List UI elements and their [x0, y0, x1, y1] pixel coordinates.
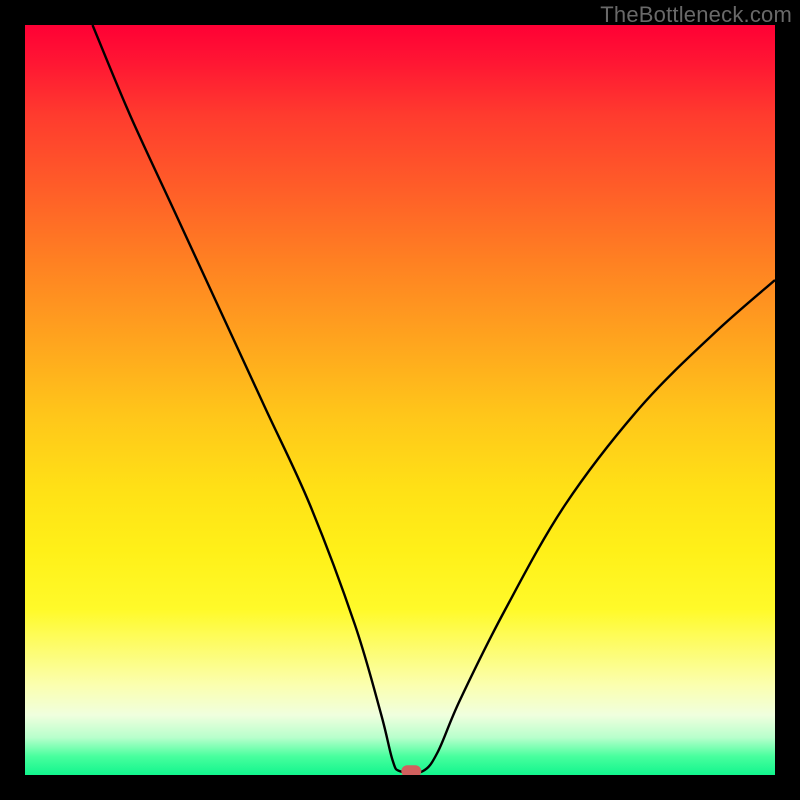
curve-svg [25, 25, 775, 775]
minimum-marker [401, 765, 421, 775]
watermark-text: TheBottleneck.com [600, 2, 792, 28]
plot-area [25, 25, 775, 775]
bottleneck-curve [93, 25, 776, 773]
